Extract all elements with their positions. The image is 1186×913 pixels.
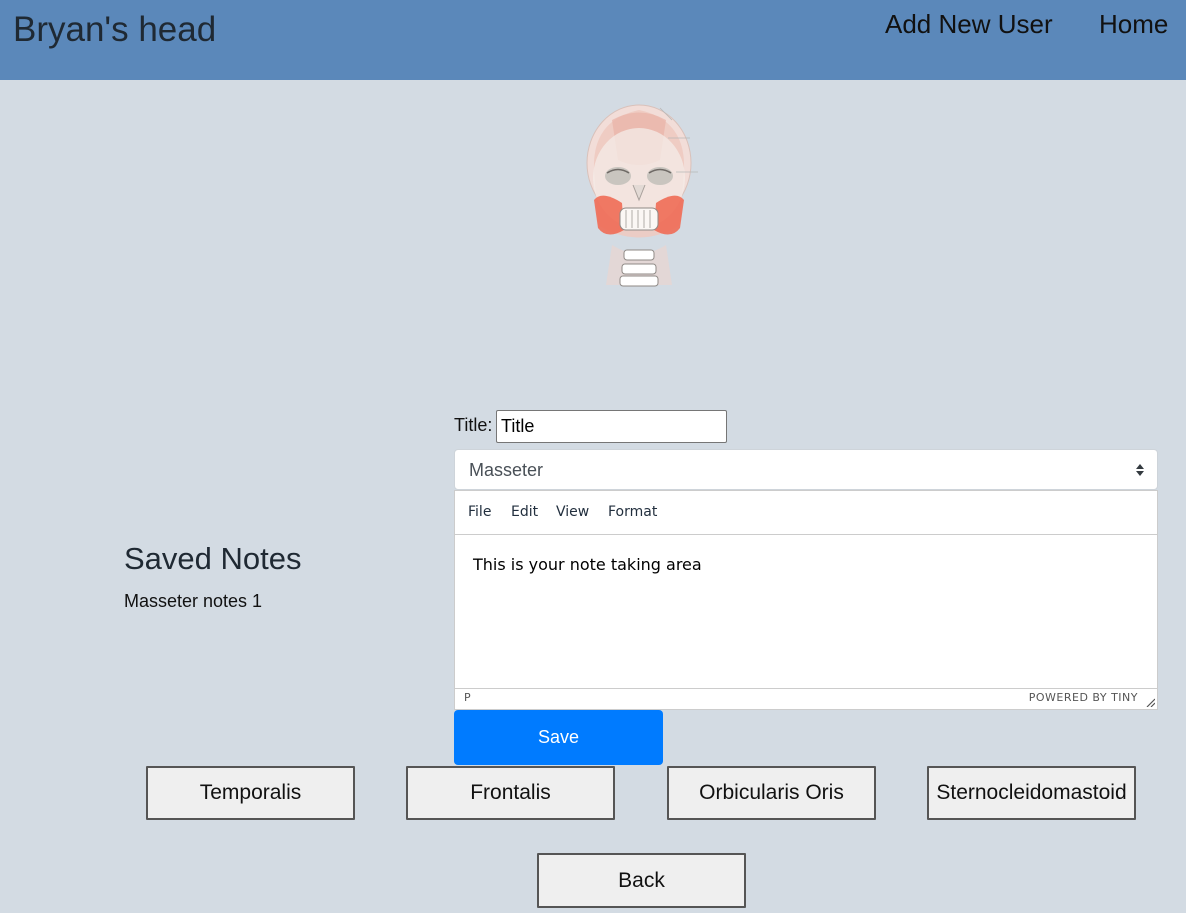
temporalis-button[interactable]: Temporalis xyxy=(146,766,355,820)
saved-note-item[interactable]: Masseter notes 1 xyxy=(124,591,262,612)
editor-content-area[interactable]: This is your note taking area xyxy=(455,535,1157,689)
element-path[interactable]: P xyxy=(464,691,471,704)
head-anatomy-illustration[interactable] xyxy=(572,100,707,292)
menu-view[interactable]: View xyxy=(556,504,589,520)
updown-arrows-icon xyxy=(1136,464,1144,476)
editor-text[interactable]: This is your note taking area xyxy=(473,555,702,574)
menu-edit[interactable]: Edit xyxy=(511,504,538,520)
page-title: Bryan's head xyxy=(13,10,217,49)
editor-statusbar: P POWERED BY TINY xyxy=(455,688,1157,709)
top-navbar: Bryan's head Add New User Home xyxy=(0,0,1186,80)
muscle-select[interactable]: Masseter xyxy=(454,449,1158,490)
muscle-select-value: Masseter xyxy=(469,460,544,480)
save-button[interactable]: Save xyxy=(454,710,663,765)
add-new-user-link[interactable]: Add New User xyxy=(885,9,1053,40)
back-button[interactable]: Back xyxy=(537,853,746,908)
home-link[interactable]: Home xyxy=(1099,9,1168,40)
frontalis-button[interactable]: Frontalis xyxy=(406,766,615,820)
rich-text-editor: File Edit View Format This is your note … xyxy=(454,490,1158,710)
resize-handle-icon[interactable] xyxy=(1145,697,1155,707)
title-label: Title: xyxy=(454,415,493,435)
saved-notes-heading: Saved Notes xyxy=(124,541,302,576)
menu-format[interactable]: Format xyxy=(608,504,657,520)
sternocleidomastoid-button[interactable]: Sternocleidomastoid xyxy=(927,766,1136,820)
menu-file[interactable]: File xyxy=(468,504,491,520)
orbicularis-oris-button[interactable]: Orbicularis Oris xyxy=(667,766,876,820)
editor-menubar: File Edit View Format xyxy=(455,491,1157,535)
powered-by-tiny-link[interactable]: POWERED BY TINY xyxy=(1029,691,1138,704)
title-input[interactable] xyxy=(496,410,727,443)
